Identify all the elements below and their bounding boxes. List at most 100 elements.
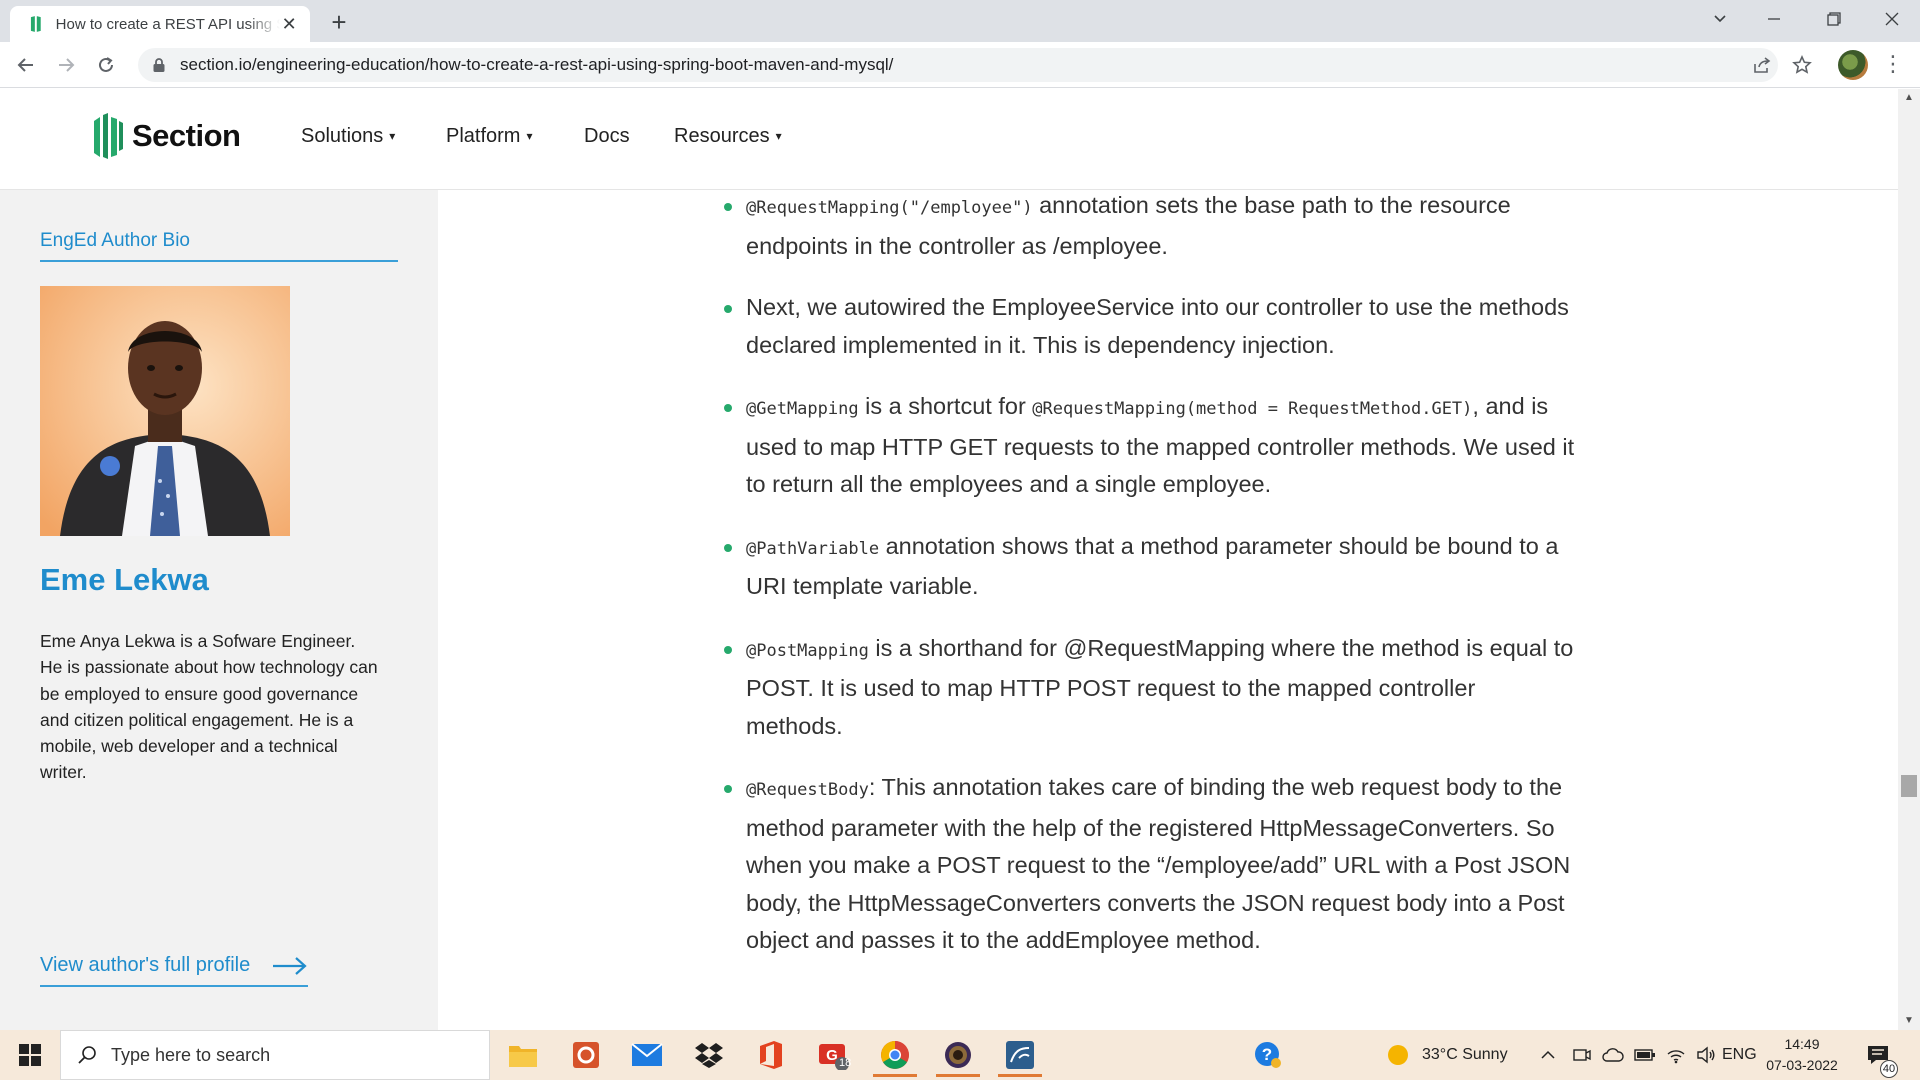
clock-time: 14:49 [1784,1036,1820,1052]
taskbar-search-input[interactable]: Type here to search [60,1030,490,1080]
list-item: Next, we autowired the EmployeeService i… [724,289,1578,364]
close-window-button[interactable] [1864,0,1920,42]
nav-label: Docs [584,125,630,147]
chrome-icon[interactable] [867,1033,923,1077]
list-item: @PostMapping is a shorthand for @Request… [724,630,1578,746]
forward-arrow-icon[interactable] [50,49,82,81]
office-app-icon[interactable] [558,1033,614,1077]
search-icon [78,1046,96,1064]
annotation-list: @RequestMapping("/employee") annotation … [724,187,1578,984]
caret-down-icon: ▾ [526,129,533,143]
bullet-dot-icon [724,305,732,313]
scrollbar-thumb[interactable] [1901,775,1917,797]
microsoft-office-icon[interactable] [743,1033,799,1077]
brand-name: Section [132,118,241,153]
mail-icon[interactable] [619,1033,675,1077]
bullet-dot-icon [724,543,732,552]
section-logo-icon [94,113,123,159]
author-bio-heading: EngEd Author Bio [40,230,398,262]
reload-icon[interactable] [90,49,122,81]
inline-code: @PostMapping [746,640,869,661]
nav-resources[interactable]: Resources ▾ [674,125,782,148]
close-tab-icon[interactable]: ✕ [280,14,298,35]
eclipse-app-icon[interactable] [930,1033,986,1077]
minimize-window-button[interactable] [1746,0,1802,42]
url-text[interactable]: section.io/engineering-education/how-to-… [180,55,893,75]
tab-title: How to create a REST API using Spring Bo… [55,15,281,33]
section-favicon-icon [30,16,41,32]
browser-toolbar: section.io/engineering-education/how-to-… [0,42,1920,88]
inline-code: @RequestMapping("/employee") [746,198,1033,218]
section-logo[interactable]: Section [92,113,241,159]
browser-menu-icon[interactable]: ⋮ [1882,52,1904,78]
site-header: Section Solutions ▾ Platform ▾ Docs Resour… [0,89,1898,190]
list-item: @GetMapping is a shortcut for @RequestMa… [724,388,1578,504]
meet-now-icon[interactable] [1572,1046,1592,1064]
nav-docs[interactable]: Docs [584,125,630,148]
scroll-down-arrow-icon[interactable]: ▼ [1898,1012,1920,1030]
inline-code: @PathVariable [746,538,880,559]
weather-text: 33°C Sunny [1422,1046,1508,1063]
list-item-text: is a shorthand for @RequestMapping where… [746,634,1574,739]
browser-tabstrip: How to create a REST API using Spring Bo… [0,0,1920,42]
share-icon[interactable] [1750,53,1774,77]
list-item: @RequestMapping("/employee") annotation … [724,187,1578,265]
windows-start-icon[interactable] [0,1030,60,1080]
list-item: @PathVariable annotation shows that a me… [724,528,1578,606]
profile-avatar[interactable] [1838,50,1868,80]
bullet-dot-icon [724,785,732,793]
profile-link-label: View author's full profile [40,954,251,976]
restore-window-button[interactable] [1806,0,1862,42]
svg-text:?: ? [1262,1045,1272,1064]
sun-icon [1388,1045,1408,1065]
author-bio-text: Eme Anya Lekwa is a Sofware Engineer. He… [40,631,378,783]
windows-taskbar: Type here to search G 18 ? 33°C Sunny EN… [0,1030,1920,1080]
address-bar[interactable]: section.io/engineering-education/how-to-… [138,48,1778,82]
nav-platform[interactable]: Platform ▾ [446,125,533,148]
page-scrollbar[interactable]: ▲ ▼ [1898,89,1920,1030]
tab-search-chevron-icon[interactable] [1692,0,1748,42]
mysql-workbench-icon[interactable] [992,1033,1048,1077]
article-content: @RequestMapping("/employee") annotation … [438,190,1898,1030]
bullet-dot-icon [724,645,732,654]
nav-label: Platform [446,125,521,147]
inline-code: @RequestBody [746,780,869,800]
help-icon[interactable]: ? [1240,1033,1296,1077]
lock-icon [153,58,165,72]
bullet-dot-icon [724,404,732,412]
gmail-badge-count: 18 [839,1057,852,1069]
onedrive-cloud-icon[interactable] [1602,1047,1624,1063]
bookmark-star-icon[interactable] [1790,53,1814,77]
dropbox-icon[interactable] [681,1033,737,1077]
inline-code: @RequestMapping(method = RequestMethod.G… [1032,399,1473,419]
new-tab-button[interactable]: + [322,6,356,40]
arrow-right-icon [273,956,307,975]
nav-label: Resources [674,125,770,147]
scroll-up-arrow-icon[interactable]: ▲ [1898,89,1920,107]
caret-down-icon: ▾ [775,129,782,143]
wifi-icon[interactable] [1666,1046,1686,1064]
list-item-text: Next, we autowired the EmployeeService i… [746,294,1569,358]
author-name[interactable]: Eme Lekwa [40,562,209,598]
search-placeholder: Type here to search [111,1044,271,1065]
volume-icon[interactable] [1696,1046,1716,1064]
nav-solutions[interactable]: Solutions ▾ [301,125,395,148]
bullet-dot-icon [724,203,732,211]
file-explorer-icon[interactable] [495,1033,551,1077]
notification-count-badge: 40 [1880,1060,1898,1078]
browser-tab-active[interactable]: How to create a REST API using Spring Bo… [10,6,310,42]
show-hidden-icons-chevron-icon[interactable] [1540,1030,1556,1080]
gmail-icon[interactable]: G 18 [805,1033,861,1077]
taskbar-clock[interactable]: 14:49 07-03-2022 [1752,1034,1852,1076]
back-arrow-icon[interactable] [10,49,42,81]
caret-down-icon: ▾ [389,129,396,143]
weather-widget[interactable]: 33°C Sunny [1386,1030,1508,1080]
author-photo [40,286,290,536]
author-sidebar: EngEd Author Bio Eme Lekwa Eme Anya Lekw… [0,190,438,1030]
list-item: @RequestBody: This annotation takes care… [724,769,1578,960]
clock-date: 07-03-2022 [1766,1057,1838,1073]
view-author-profile-link[interactable]: View author's full profile [40,954,308,987]
inline-code: @GetMapping [746,399,859,419]
battery-icon[interactable] [1634,1048,1656,1062]
list-item-text: is a shortcut for [858,393,1033,419]
